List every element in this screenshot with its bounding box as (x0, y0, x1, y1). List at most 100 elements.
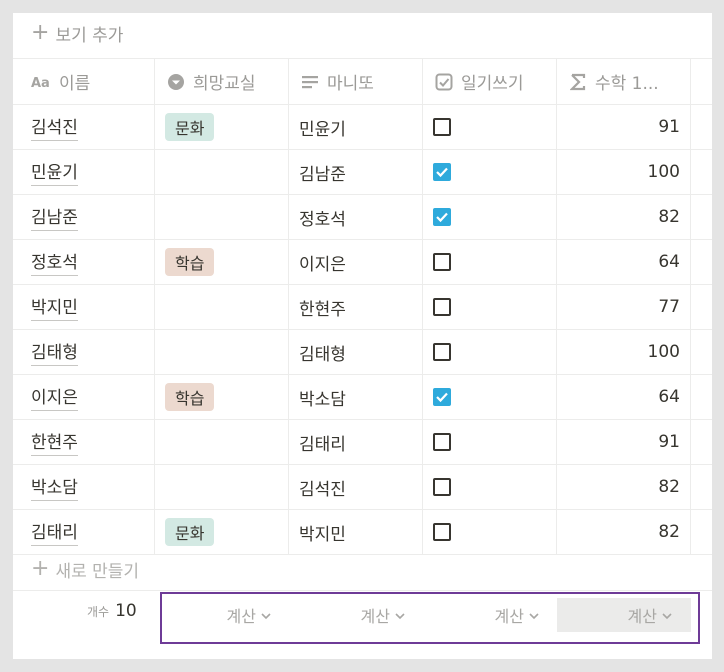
name-text: 한현주 (31, 428, 78, 456)
diary-checkbox[interactable] (433, 253, 451, 271)
diary-checkbox[interactable] (433, 208, 451, 226)
math-value: 91 (658, 117, 680, 137)
manito-cell[interactable]: 민윤기 (289, 105, 423, 149)
diary-checkbox[interactable] (433, 298, 451, 316)
math-cell[interactable]: 64 (557, 375, 691, 419)
manito-cell[interactable]: 김남준 (289, 150, 423, 194)
name-cell[interactable]: 김태형 (13, 330, 155, 374)
math-value: 82 (658, 522, 680, 542)
diary-cell[interactable] (423, 150, 557, 194)
math-cell[interactable]: 100 (557, 330, 691, 374)
manito-text: 김석진 (299, 479, 346, 500)
table-row[interactable]: 김태형 김태형 100 (13, 330, 712, 375)
diary-checkbox[interactable] (433, 118, 451, 136)
table-row[interactable]: 이지은 학습 박소담 64 (13, 375, 712, 420)
column-header-name[interactable]: Aa 이름 (13, 59, 155, 104)
column-header-diary[interactable]: 일기쓰기 (423, 59, 557, 104)
math-cell[interactable]: 100 (557, 150, 691, 194)
diary-cell[interactable] (423, 375, 557, 419)
hope-class-cell[interactable]: 문화 (155, 105, 289, 149)
text-lines-icon (299, 71, 321, 93)
name-cell[interactable]: 김석진 (13, 105, 155, 149)
hope-class-cell[interactable] (155, 465, 289, 509)
table-row[interactable]: 정호석 학습 이지은 64 (13, 240, 712, 285)
manito-cell[interactable]: 김태형 (289, 330, 423, 374)
math-cell[interactable]: 64 (557, 240, 691, 284)
hope-class-cell[interactable] (155, 195, 289, 239)
column-header-manito[interactable]: 마니또 (289, 59, 423, 104)
math-cell[interactable]: 82 (557, 195, 691, 239)
table-row[interactable]: 김남준 정호석 82 (13, 195, 712, 240)
manito-cell[interactable]: 박지민 (289, 510, 423, 554)
diary-cell[interactable] (423, 105, 557, 149)
table-header: Aa 이름 희망교실 마니또 일기쓰기 수학 1... (13, 58, 712, 105)
name-cell[interactable]: 한현주 (13, 420, 155, 464)
diary-cell[interactable] (423, 420, 557, 464)
manito-cell[interactable]: 김석진 (289, 465, 423, 509)
table-row[interactable]: 박소담 김석진 82 (13, 465, 712, 510)
name-cell[interactable]: 정호석 (13, 240, 155, 284)
math-cell[interactable]: 91 (557, 420, 691, 464)
diary-checkbox[interactable] (433, 388, 451, 406)
name-cell[interactable]: 김남준 (13, 195, 155, 239)
name-cell[interactable]: 박소담 (13, 465, 155, 509)
new-row-button[interactable]: + 새로 만들기 (31, 554, 139, 584)
name-cell[interactable]: 이지은 (13, 375, 155, 419)
check-icon (436, 167, 448, 178)
column-label: 수학 1... (595, 74, 659, 94)
name-cell[interactable]: 민윤기 (13, 150, 155, 194)
table-row[interactable]: 박지민 한현주 77 (13, 285, 712, 330)
select-icon (165, 71, 187, 93)
empty-cell (691, 510, 712, 554)
math-cell[interactable]: 91 (557, 105, 691, 149)
diary-cell[interactable] (423, 285, 557, 329)
diary-cell[interactable] (423, 195, 557, 239)
manito-text: 민윤기 (299, 119, 346, 140)
diary-cell[interactable] (423, 510, 557, 554)
manito-cell[interactable]: 정호석 (289, 195, 423, 239)
diary-checkbox[interactable] (433, 433, 451, 451)
math-cell[interactable]: 82 (557, 510, 691, 554)
table-row[interactable]: 김태리 문화 박지민 82 (13, 510, 712, 555)
hope-class-cell[interactable]: 학습 (155, 375, 289, 419)
column-header-math[interactable]: 수학 1... (557, 59, 691, 104)
row-count[interactable]: 개수 10 (87, 601, 137, 621)
hope-class-cell[interactable]: 문화 (155, 510, 289, 554)
new-row-label: 새로 만들기 (55, 561, 140, 582)
hope-class-cell[interactable]: 학습 (155, 240, 289, 284)
math-value: 91 (658, 432, 680, 452)
diary-cell[interactable] (423, 240, 557, 284)
table-row[interactable]: 김석진 문화 민윤기 91 (13, 105, 712, 150)
table-row[interactable]: 민윤기 김남준 100 (13, 150, 712, 195)
math-cell[interactable]: 82 (557, 465, 691, 509)
name-cell[interactable]: 박지민 (13, 285, 155, 329)
diary-cell[interactable] (423, 330, 557, 374)
hope-class-cell[interactable] (155, 420, 289, 464)
math-cell[interactable]: 77 (557, 285, 691, 329)
manito-cell[interactable]: 이지은 (289, 240, 423, 284)
manito-cell[interactable]: 김태리 (289, 420, 423, 464)
manito-text: 김태리 (299, 434, 346, 455)
table-row[interactable]: 한현주 김태리 91 (13, 420, 712, 465)
name-text: 김석진 (31, 113, 78, 141)
diary-checkbox[interactable] (433, 523, 451, 541)
manito-cell[interactable]: 한현주 (289, 285, 423, 329)
column-label: 마니또 (327, 74, 374, 94)
table: Aa 이름 희망교실 마니또 일기쓰기 수학 1... 김석진 문화 민윤기 9… (13, 58, 712, 555)
diary-checkbox[interactable] (433, 478, 451, 496)
diary-checkbox[interactable] (433, 163, 451, 181)
column-label: 일기쓰기 (461, 74, 524, 94)
hope-class-cell[interactable] (155, 330, 289, 374)
manito-text: 김남준 (299, 164, 346, 185)
diary-checkbox[interactable] (433, 343, 451, 361)
name-cell[interactable]: 김태리 (13, 510, 155, 554)
diary-cell[interactable] (423, 465, 557, 509)
hope-class-cell[interactable] (155, 285, 289, 329)
check-icon (436, 392, 448, 403)
column-header-hope-class[interactable]: 희망교실 (155, 59, 289, 104)
manito-cell[interactable]: 박소담 (289, 375, 423, 419)
add-column-button[interactable] (691, 59, 712, 104)
tag-badge: 문화 (165, 518, 215, 546)
add-view-button[interactable]: + 보기 추가 (31, 17, 123, 49)
hope-class-cell[interactable] (155, 150, 289, 194)
